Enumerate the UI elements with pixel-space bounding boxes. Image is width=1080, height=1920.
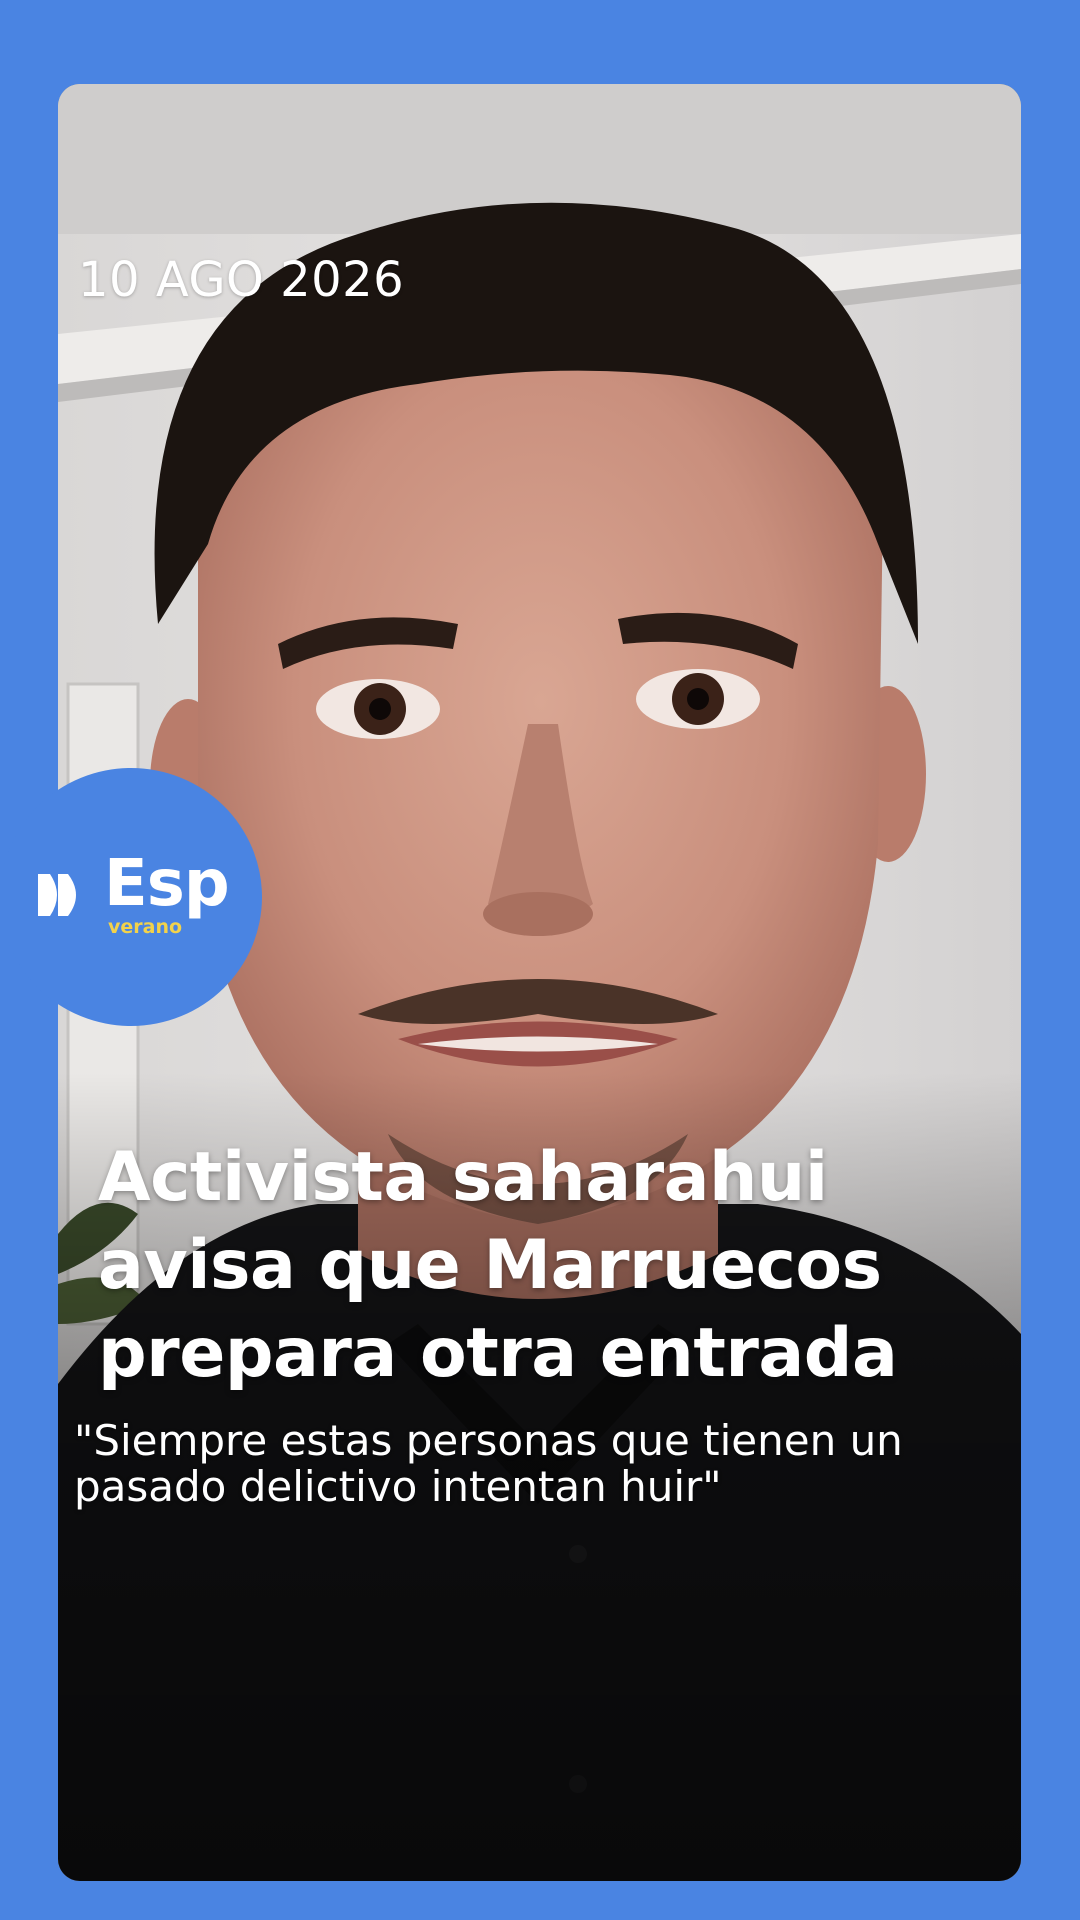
story-quote: "Siempre estas personas que tienen un pa… — [74, 1416, 903, 1511]
brand-subtitle: verano — [108, 916, 183, 938]
story-date: 10 AGO 2026 — [78, 252, 405, 308]
brand-wordmark: Esp — [104, 847, 230, 921]
story-frame: 10 AGO 2026 Activista saharahui avisa qu… — [0, 0, 1080, 1920]
play-forward-icon — [38, 874, 76, 916]
brand-logo[interactable]: Esp verano — [0, 768, 262, 1026]
story-headline: Activista saharahui avisa que Marruecos … — [98, 1138, 898, 1393]
